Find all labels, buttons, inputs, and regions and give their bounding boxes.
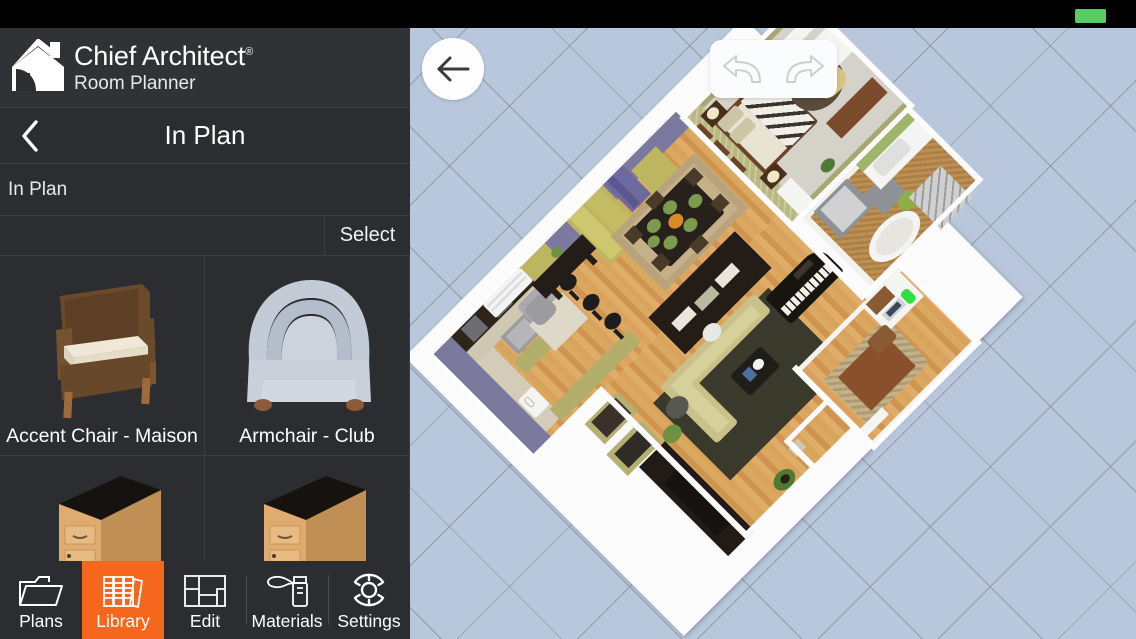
tab-settings[interactable]: Settings (328, 561, 410, 639)
breadcrumb: In Plan (0, 164, 410, 216)
library-row: Accent Chair - Maison Armchair - Club (0, 256, 410, 456)
floorplan-viewport[interactable] (410, 28, 1136, 639)
accent-chair-maison-thumb (56, 284, 156, 419)
tab-label: Materials (251, 611, 323, 631)
thumbnail (0, 256, 204, 425)
brand-header: Chief Architect® Room Planner (0, 28, 410, 108)
tab-label: Plans (19, 611, 63, 631)
tab-edit[interactable]: Edit (164, 561, 246, 639)
library-item-accent-chair-maison[interactable]: Accent Chair - Maison (0, 256, 205, 456)
breadcrumb-label: In Plan (8, 178, 68, 200)
redo-button[interactable] (779, 46, 831, 92)
spray-can-icon (264, 568, 310, 608)
armchair-club-thumb (247, 280, 371, 411)
library-item-label: Armchair - Club (239, 425, 375, 447)
arrow-left-icon (437, 56, 470, 82)
app-root: Chief Architect® Room Planner In Plan In… (0, 0, 1136, 639)
undo-button[interactable] (716, 46, 768, 92)
sidebar-back-button[interactable] (0, 108, 60, 164)
tab-library[interactable]: Library (82, 561, 164, 639)
chevron-left-icon (22, 120, 38, 152)
thumbnail (205, 256, 409, 425)
tab-label: Edit (189, 611, 221, 631)
bottom-toolbar: Plans Library Edit Materials Settings (0, 561, 410, 639)
redo-arrow-icon (786, 55, 825, 83)
battery-indicator (1075, 9, 1106, 23)
sidebar-navbar: In Plan (0, 108, 410, 164)
select-bar-spacer (0, 216, 325, 255)
tab-materials[interactable]: Materials (246, 561, 328, 639)
tab-plans[interactable]: Plans (0, 561, 82, 639)
undo-redo-group (710, 40, 837, 98)
library-sidebar: Chief Architect® Room Planner In Plan In… (0, 28, 410, 639)
brand-subtitle: Room Planner (74, 72, 196, 94)
chief-architect-logo-icon (8, 37, 68, 97)
tab-label: Library (96, 611, 150, 631)
gear-icon (349, 568, 389, 608)
library-item-armchair-club[interactable]: Armchair - Club (205, 256, 410, 456)
library-item-label: Accent Chair - Maison (6, 425, 198, 447)
viewport-back-button[interactable] (422, 38, 484, 100)
folder-icon (18, 568, 64, 608)
brand-title: Chief Architect® (74, 40, 253, 71)
registered-mark: ® (245, 45, 253, 58)
layout-edit-icon (183, 568, 227, 608)
status-bar (0, 0, 1136, 28)
page-title: In Plan (164, 120, 246, 150)
tab-label: Settings (337, 611, 401, 631)
select-button[interactable]: Select (325, 216, 410, 255)
select-bar: Select (0, 216, 410, 256)
undo-arrow-icon (722, 55, 761, 83)
books-icon (101, 568, 145, 608)
